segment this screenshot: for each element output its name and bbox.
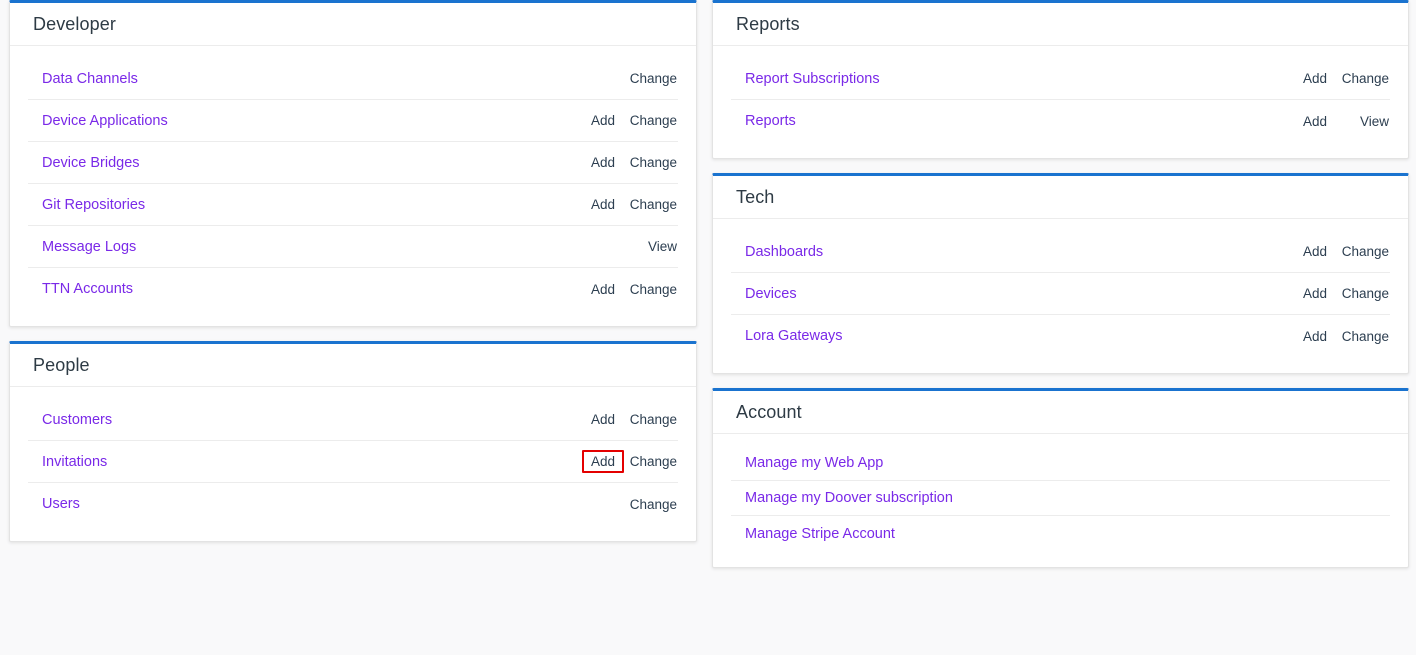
change-link-git-repositories[interactable]: Change <box>615 197 677 212</box>
row-actions: Add Change <box>565 155 677 170</box>
add-link-reports[interactable]: Add <box>1277 114 1327 129</box>
model-link-invitations[interactable]: Invitations <box>42 454 582 470</box>
row-actions: Add Change <box>1277 286 1389 301</box>
panel-title: Tech <box>736 186 775 207</box>
change-link-devices[interactable]: Change <box>1327 286 1389 301</box>
panel-title: Account <box>736 401 802 422</box>
model-row: TTN Accounts Add Change <box>28 268 678 310</box>
change-link-invitations[interactable]: Change <box>615 454 677 469</box>
model-row: Report Subscriptions Add Change <box>731 58 1390 100</box>
panel-title: People <box>33 354 90 375</box>
panel-body: Report Subscriptions Add Change Reports Add V… <box>713 46 1408 158</box>
change-link-lora-gateways[interactable]: Change <box>1327 329 1389 344</box>
add-link-device-bridges[interactable]: Add <box>565 155 615 170</box>
change-link-device-applications[interactable]: Change <box>615 113 677 128</box>
model-row: Users Change <box>28 483 678 525</box>
row-actions: Add Change <box>1277 329 1389 344</box>
change-link-users[interactable]: Change <box>615 497 677 512</box>
add-link-device-applications[interactable]: Add <box>565 113 615 128</box>
model-row: Devices Add Change <box>731 273 1390 315</box>
row-actions: Add View <box>1277 114 1389 129</box>
change-link-report-subscriptions[interactable]: Change <box>1327 71 1389 86</box>
model-link-lora-gateways[interactable]: Lora Gateways <box>745 328 1277 344</box>
add-link-ttn-accounts[interactable]: Add <box>565 282 615 297</box>
row-actions: Add Change <box>565 282 677 297</box>
change-link-data-channels[interactable]: Change <box>615 71 677 86</box>
panel-header: Account <box>713 391 1408 434</box>
add-link-dashboards[interactable]: Add <box>1277 244 1327 259</box>
panel-people: People Customers Add Change Invitations Add Ch… <box>9 341 697 542</box>
row-actions: Add Change <box>565 113 677 128</box>
panel-body: Data Channels Change Device Applications Ad… <box>10 46 696 326</box>
model-row: Customers Add Change <box>28 399 678 441</box>
model-link-customers[interactable]: Customers <box>42 412 565 428</box>
add-link-lora-gateways[interactable]: Add <box>1277 329 1327 344</box>
row-actions: Change <box>565 71 677 86</box>
add-link-invitations-highlighted[interactable]: Add <box>581 450 624 473</box>
row-actions: Add Change <box>1277 244 1389 259</box>
model-row: Device Bridges Add Change <box>28 142 678 184</box>
row-actions: View <box>565 239 677 254</box>
add-link-devices[interactable]: Add <box>1277 286 1327 301</box>
panel-reports: Reports Report Subscriptions Add Change Repo… <box>712 0 1409 159</box>
panel-header: Developer <box>10 3 696 46</box>
panel-developer: Developer Data Channels Change Device Appli… <box>9 0 697 327</box>
model-link-users[interactable]: Users <box>42 496 565 512</box>
view-link-message-logs[interactable]: View <box>615 239 677 254</box>
change-link-device-bridges[interactable]: Change <box>615 155 677 170</box>
panel-body: Dashboards Add Change Devices Add Change Lora … <box>713 219 1408 373</box>
model-link-message-logs[interactable]: Message Logs <box>42 239 565 255</box>
account-link-row: Manage my Web App <box>731 446 1390 481</box>
model-row: Dashboards Add Change <box>731 231 1390 273</box>
left-column: Developer Data Channels Change Device Appli… <box>9 0 697 556</box>
model-link-dashboards[interactable]: Dashboards <box>745 244 1277 260</box>
account-link-row: Manage my Doover subscription <box>731 481 1390 516</box>
panel-header: Tech <box>713 176 1408 219</box>
model-row: Lora Gateways Add Change <box>731 315 1390 357</box>
model-row: Data Channels Change <box>28 58 678 100</box>
row-actions: Change <box>565 497 677 512</box>
account-link-row: Manage Stripe Account <box>731 516 1390 551</box>
model-link-device-applications[interactable]: Device Applications <box>42 113 565 129</box>
model-link-data-channels[interactable]: Data Channels <box>42 71 565 87</box>
change-link-customers[interactable]: Change <box>615 412 677 427</box>
add-link-git-repositories[interactable]: Add <box>565 197 615 212</box>
row-actions: Add Change <box>581 450 677 473</box>
model-link-devices[interactable]: Devices <box>745 286 1277 302</box>
view-link-reports[interactable]: View <box>1327 114 1389 129</box>
model-row: Reports Add View <box>731 100 1390 142</box>
panel-account: Account Manage my Web App Manage my Doover… <box>712 388 1409 568</box>
panel-tech: Tech Dashboards Add Change Devices Add Change L… <box>712 173 1409 374</box>
model-row: Git Repositories Add Change <box>28 184 678 226</box>
model-link-device-bridges[interactable]: Device Bridges <box>42 155 565 171</box>
panel-title: Reports <box>736 13 800 34</box>
model-row: Invitations Add Change <box>28 441 678 483</box>
change-link-ttn-accounts[interactable]: Change <box>615 282 677 297</box>
change-link-dashboards[interactable]: Change <box>1327 244 1389 259</box>
row-actions: Add Change <box>565 197 677 212</box>
panel-title: Developer <box>33 13 116 34</box>
panel-header: People <box>10 344 696 387</box>
add-link-report-subscriptions[interactable]: Add <box>1277 71 1327 86</box>
row-actions: Add Change <box>565 412 677 427</box>
model-link-git-repositories[interactable]: Git Repositories <box>42 197 565 213</box>
model-link-report-subscriptions[interactable]: Report Subscriptions <box>745 71 1277 87</box>
model-link-ttn-accounts[interactable]: TTN Accounts <box>42 281 565 297</box>
account-link-manage-my-doover-subscription[interactable]: Manage my Doover subscription <box>745 490 1389 506</box>
add-link-customers[interactable]: Add <box>565 412 615 427</box>
right-column: Reports Report Subscriptions Add Change Repo… <box>712 0 1409 582</box>
model-link-reports[interactable]: Reports <box>745 113 1277 129</box>
panel-body: Customers Add Change Invitations Add Change Us… <box>10 387 696 541</box>
dashboard-page: Developer Data Channels Change Device Appli… <box>0 0 1416 655</box>
model-row: Device Applications Add Change <box>28 100 678 142</box>
panel-body: Manage my Web App Manage my Doover subscr… <box>713 434 1408 567</box>
panel-header: Reports <box>713 3 1408 46</box>
model-row: Message Logs View <box>28 226 678 268</box>
account-link-manage-my-web-app[interactable]: Manage my Web App <box>745 455 1389 471</box>
row-actions: Add Change <box>1277 71 1389 86</box>
account-link-manage-stripe-account[interactable]: Manage Stripe Account <box>745 526 1389 542</box>
